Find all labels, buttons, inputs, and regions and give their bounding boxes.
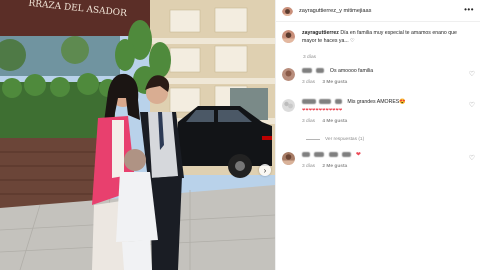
- comment-text-line: ❤: [302, 152, 467, 159]
- instagram-post-view: RRAZA DEL ASADOR › zayraguttierrez_y mit…: [0, 0, 480, 270]
- comment-text: Mis grandes AMORES😍: [347, 99, 406, 105]
- comment-second-line: ❤❤❤❤❤❤❤❤❤❤❤❤: [302, 107, 343, 112]
- view-replies-button[interactable]: Ver respuestas (1): [306, 137, 364, 142]
- heart-outline-icon[interactable]: ♡: [469, 101, 475, 109]
- comment-item: Mis grandes AMORES😍 ❤❤❤❤❤❤❤❤❤❤❤❤ 3 días …: [282, 99, 478, 124]
- caption-text: zayraguttierrez Día en familia muy espec…: [302, 30, 470, 45]
- caption-timestamp[interactable]: 3 días: [303, 55, 316, 60]
- blurred-username[interactable]: [302, 152, 310, 158]
- avatar[interactable]: [282, 5, 293, 16]
- blurred-username[interactable]: [302, 68, 312, 74]
- comment-time[interactable]: 3 días: [302, 119, 315, 124]
- comment-time[interactable]: 3 días: [302, 80, 315, 85]
- blurred-username: [328, 152, 338, 158]
- comment-likes[interactable]: 4 Me gusta: [322, 119, 347, 124]
- blurred-username: [334, 99, 342, 105]
- divider: [306, 139, 320, 140]
- comment-item: ❤ 3 días 2 Me gusta ♡: [282, 152, 478, 169]
- post-photo[interactable]: RRAZA DEL ASADOR ›: [0, 0, 275, 270]
- comment-text-line: Mis grandes AMORES😍: [302, 99, 467, 106]
- next-image-button[interactable]: ›: [259, 164, 271, 176]
- header-username[interactable]: zayraguttierrez_y mitimejiaas: [299, 8, 371, 14]
- comment-text: Os amoooo familia: [329, 68, 374, 74]
- blurred-username: [319, 99, 332, 105]
- chevron-right-icon: ›: [263, 165, 267, 175]
- blurred-username: [342, 152, 352, 158]
- avatar[interactable]: [282, 30, 295, 43]
- more-horizontal-icon[interactable]: •••: [464, 5, 474, 14]
- heart-outline-icon[interactable]: ♡: [469, 70, 475, 78]
- caption-username[interactable]: zayraguttierrez: [302, 30, 339, 36]
- post-header: zayraguttierrez_y mitimejiaas •••: [276, 0, 480, 22]
- heart-outline-icon[interactable]: ♡: [469, 154, 475, 162]
- blurred-username: [314, 152, 325, 158]
- post-caption: zayraguttierrez Día en familia muy espec…: [282, 30, 474, 45]
- comment-text: ❤: [355, 152, 361, 158]
- avatar[interactable]: [282, 152, 295, 165]
- blurred-username[interactable]: [302, 99, 316, 105]
- blurred-username: [316, 68, 325, 74]
- comment-time[interactable]: 3 días: [302, 164, 315, 169]
- avatar[interactable]: [282, 99, 295, 112]
- comment-likes[interactable]: 3 Me gusta: [322, 80, 347, 85]
- comment-meta: 3 días 2 Me gusta: [302, 164, 467, 169]
- comment-meta: 3 días 3 Me gusta: [302, 80, 467, 85]
- comment-text-line: Os amoooo familia: [302, 68, 467, 75]
- comment-likes[interactable]: 2 Me gusta: [322, 164, 347, 169]
- comment-meta: 3 días 4 Me gusta: [302, 119, 467, 124]
- family-photo-illustration: RRAZA DEL ASADOR: [0, 0, 275, 270]
- avatar[interactable]: [282, 68, 295, 81]
- view-replies-label: Ver respuestas (1): [325, 137, 365, 142]
- post-side-panel: zayraguttierrez_y mitimejiaas ••• zayrag…: [275, 0, 480, 270]
- comment-item: Os amoooo familia 3 días 3 Me gusta ♡: [282, 68, 478, 85]
